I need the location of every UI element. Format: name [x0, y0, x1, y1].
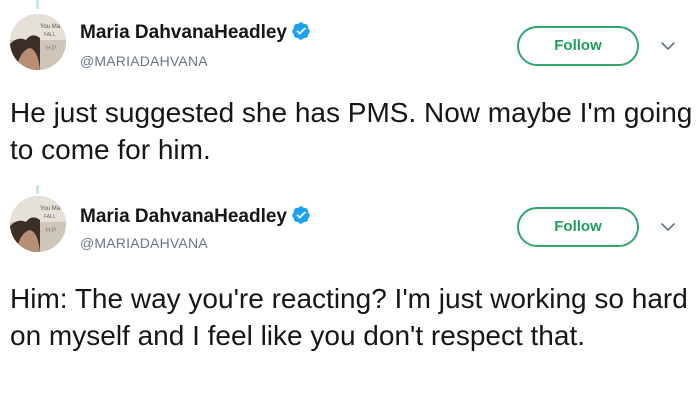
- author-name[interactable]: Maria DahvanaHeadley: [80, 21, 311, 44]
- avatar[interactable]: You Ma FALL H.P: [10, 196, 66, 252]
- svg-text:FALL: FALL: [44, 214, 56, 220]
- avatar[interactable]: You Ma FALL H.P: [10, 14, 66, 70]
- svg-text:H.P: H.P: [46, 228, 56, 234]
- svg-text:You Ma: You Ma: [40, 206, 61, 212]
- tweet-text: Him: The way you're reacting? I'm just w…: [10, 283, 688, 351]
- verified-badge-icon: [292, 22, 310, 40]
- thread-line: [36, 185, 39, 194]
- tweet: You Ma FALL H.P Maria DahvanaHeadley @MA…: [0, 0, 700, 185]
- avatar-icon: You Ma FALL H.P: [10, 196, 66, 252]
- display-name-text: Maria DahvanaHeadley: [80, 206, 287, 227]
- tweet: You Ma FALL H.P Maria DahvanaHeadley @MA…: [0, 185, 700, 403]
- chevron-down-icon[interactable]: [660, 222, 676, 232]
- follow-button[interactable]: Follow: [517, 26, 639, 66]
- tweet-text: He just suggested she has PMS. Now maybe…: [10, 97, 693, 165]
- follow-button[interactable]: Follow: [517, 207, 639, 247]
- svg-text:FALL: FALL: [44, 32, 56, 38]
- author-handle[interactable]: @MARIADAHVANA: [80, 235, 208, 251]
- author-name[interactable]: Maria DahvanaHeadley: [80, 205, 311, 228]
- avatar-icon: You Ma FALL H.P: [10, 14, 66, 70]
- display-name-text: Maria DahvanaHeadley: [80, 22, 287, 43]
- chevron-down-icon[interactable]: [660, 41, 676, 51]
- svg-text:H.P: H.P: [46, 46, 56, 52]
- verified-badge-icon: [292, 206, 310, 224]
- thread-line: [36, 0, 39, 9]
- svg-text:You Ma: You Ma: [40, 24, 61, 30]
- author-handle[interactable]: @MARIADAHVANA: [80, 53, 208, 69]
